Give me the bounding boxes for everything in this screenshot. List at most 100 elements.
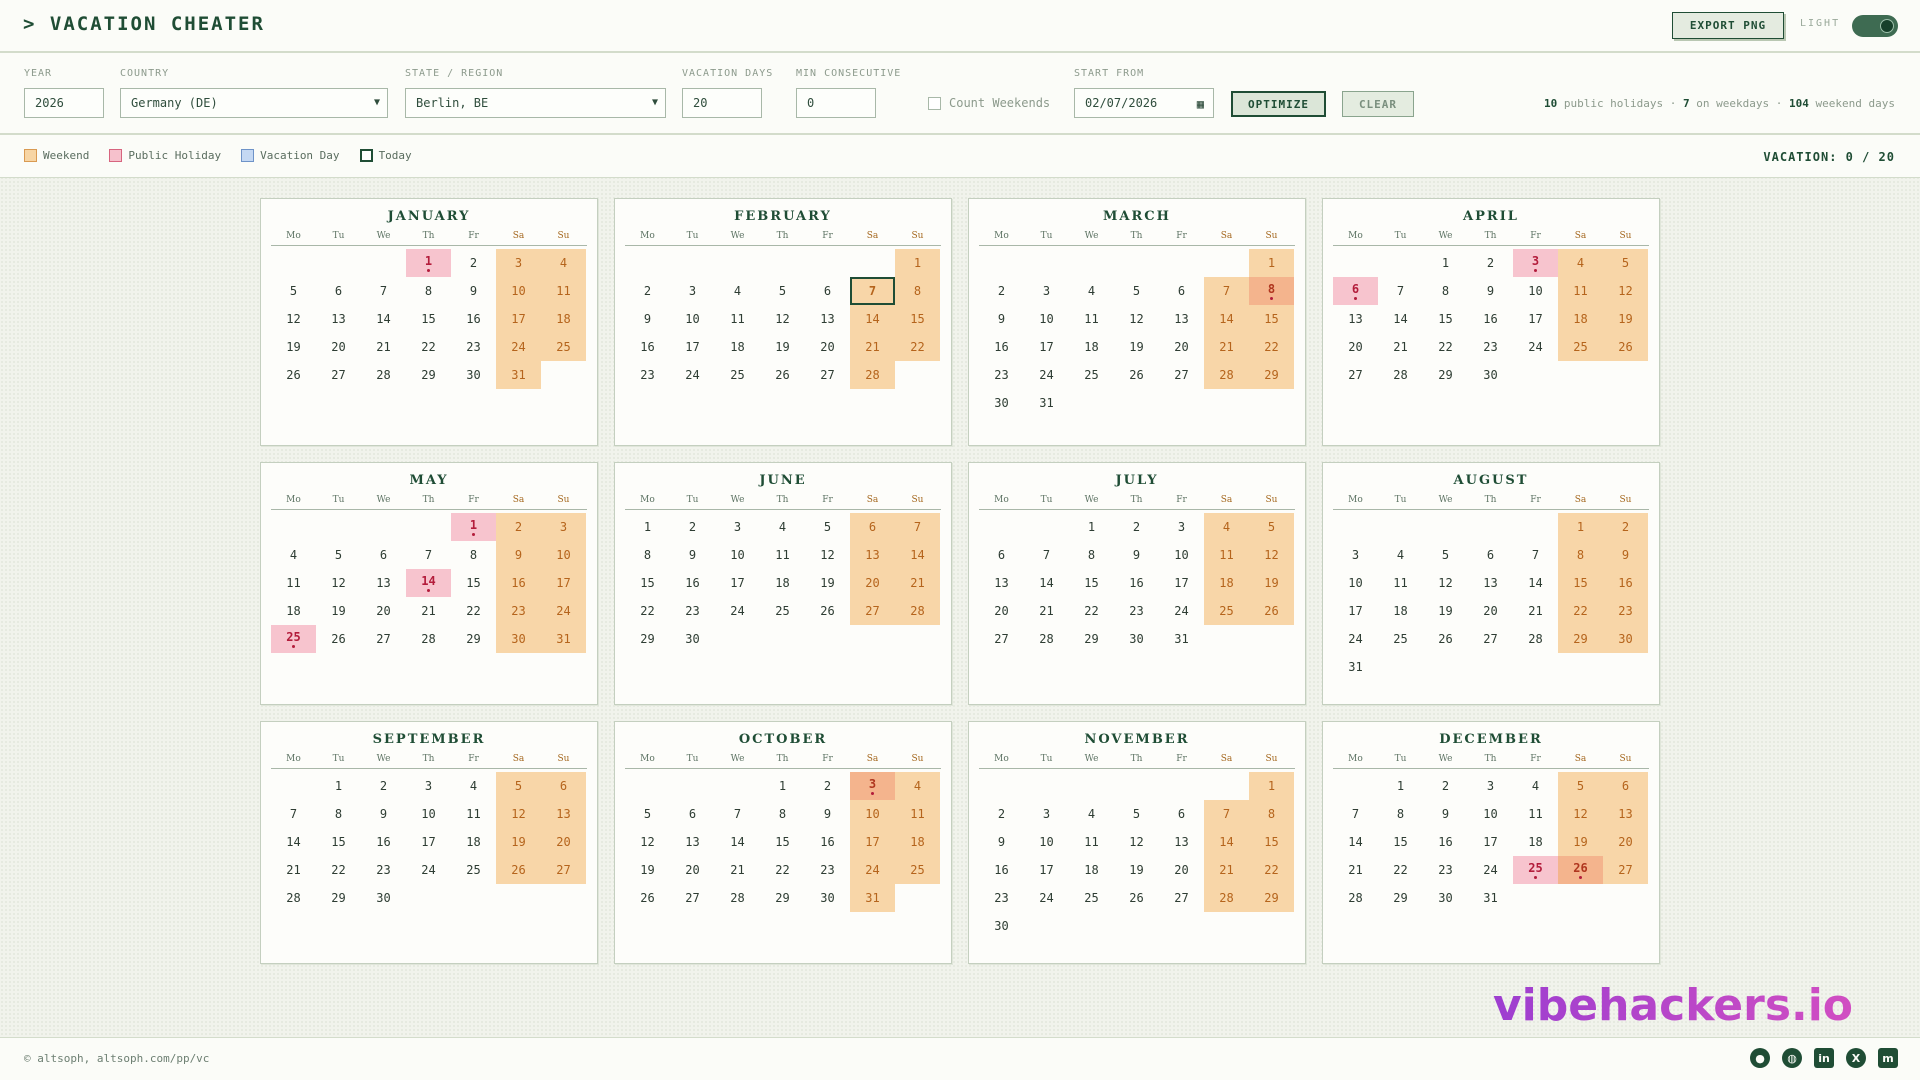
vacation-days-input[interactable]: 20: [682, 88, 762, 118]
day-cell[interactable]: 19: [805, 569, 850, 597]
day-cell[interactable]: 1: [1378, 772, 1423, 800]
weekend-day-cell[interactable]: 20: [850, 569, 895, 597]
day-cell[interactable]: 2: [979, 277, 1024, 305]
day-cell[interactable]: 26: [316, 625, 361, 653]
weekend-day-cell[interactable]: 5: [1603, 249, 1648, 277]
weekend-day-cell[interactable]: 31: [850, 884, 895, 912]
weekend-day-cell[interactable]: 8: [1249, 800, 1294, 828]
day-cell[interactable]: 16: [451, 305, 496, 333]
day-cell[interactable]: 17: [406, 828, 451, 856]
weekend-day-cell[interactable]: 4: [1204, 513, 1249, 541]
weekend-day-cell[interactable]: 14: [1204, 305, 1249, 333]
weekend-day-cell[interactable]: 11: [1558, 277, 1603, 305]
day-cell[interactable]: 10: [406, 800, 451, 828]
day-cell[interactable]: 27: [361, 625, 406, 653]
weekend-day-cell[interactable]: 26: [1603, 333, 1648, 361]
day-cell[interactable]: 10: [1513, 277, 1558, 305]
day-cell[interactable]: 29: [316, 884, 361, 912]
holiday-day-cell[interactable]: 6: [1333, 277, 1378, 305]
weekend-day-cell[interactable]: 31: [541, 625, 586, 653]
weekend-day-cell[interactable]: 25: [541, 333, 586, 361]
day-cell[interactable]: 5: [316, 541, 361, 569]
day-cell[interactable]: 12: [760, 305, 805, 333]
day-cell[interactable]: 9: [805, 800, 850, 828]
day-cell[interactable]: 9: [451, 277, 496, 305]
weekend-day-cell[interactable]: 25: [1558, 333, 1603, 361]
weekend-day-cell[interactable]: 5: [1249, 513, 1294, 541]
day-cell[interactable]: 18: [1513, 828, 1558, 856]
weekend-day-cell[interactable]: 19: [1558, 828, 1603, 856]
weekend-day-cell[interactable]: 4: [1558, 249, 1603, 277]
day-cell[interactable]: 8: [625, 541, 670, 569]
day-cell[interactable]: 25: [1378, 625, 1423, 653]
day-cell[interactable]: 23: [979, 884, 1024, 912]
day-cell[interactable]: 5: [1423, 541, 1468, 569]
day-cell[interactable]: 4: [1378, 541, 1423, 569]
weekend-day-cell[interactable]: 27: [541, 856, 586, 884]
day-cell[interactable]: 4: [760, 513, 805, 541]
weekend-day-cell[interactable]: 15: [1249, 305, 1294, 333]
day-cell[interactable]: 19: [271, 333, 316, 361]
day-cell[interactable]: 14: [715, 828, 760, 856]
weekend-day-cell[interactable]: 31: [496, 361, 541, 389]
day-cell[interactable]: 27: [805, 361, 850, 389]
holiday-day-cell[interactable]: 3: [850, 772, 895, 800]
day-cell[interactable]: 22: [316, 856, 361, 884]
day-cell[interactable]: 20: [670, 856, 715, 884]
day-cell[interactable]: 23: [451, 333, 496, 361]
weekend-day-cell[interactable]: 2: [496, 513, 541, 541]
weekend-day-cell[interactable]: 2: [1603, 513, 1648, 541]
day-cell[interactable]: 20: [1333, 333, 1378, 361]
day-cell[interactable]: 21: [1333, 856, 1378, 884]
day-cell[interactable]: 26: [760, 361, 805, 389]
day-cell[interactable]: 10: [715, 541, 760, 569]
day-cell[interactable]: 22: [1069, 597, 1114, 625]
day-cell[interactable]: 11: [1069, 828, 1114, 856]
mastodon-icon[interactable]: m: [1878, 1048, 1898, 1068]
day-cell[interactable]: 11: [451, 800, 496, 828]
day-cell[interactable]: 21: [406, 597, 451, 625]
day-cell[interactable]: 19: [760, 333, 805, 361]
day-cell[interactable]: 9: [979, 305, 1024, 333]
day-cell[interactable]: 28: [715, 884, 760, 912]
day-cell[interactable]: 24: [1159, 597, 1204, 625]
start-from-date-input[interactable]: 02/07/2026 ▦: [1074, 88, 1214, 118]
day-cell[interactable]: 28: [1333, 884, 1378, 912]
day-cell[interactable]: 26: [271, 361, 316, 389]
day-cell[interactable]: 1: [760, 772, 805, 800]
day-cell[interactable]: 13: [1159, 828, 1204, 856]
day-cell[interactable]: 9: [1468, 277, 1513, 305]
weekend-day-cell[interactable]: 5: [1558, 772, 1603, 800]
weekend-day-cell[interactable]: 18: [1558, 305, 1603, 333]
day-cell[interactable]: 7: [1024, 541, 1069, 569]
weekend-day-cell[interactable]: 26: [496, 856, 541, 884]
checkbox-box[interactable]: [928, 96, 941, 110]
day-cell[interactable]: 1: [1423, 249, 1468, 277]
day-cell[interactable]: 30: [670, 625, 715, 653]
weekend-day-cell[interactable]: 11: [1204, 541, 1249, 569]
day-cell[interactable]: 20: [1159, 333, 1204, 361]
weekend-day-cell[interactable]: 30: [496, 625, 541, 653]
theme-toggle[interactable]: [1852, 15, 1898, 37]
day-cell[interactable]: 13: [670, 828, 715, 856]
day-cell[interactable]: 3: [1024, 277, 1069, 305]
day-cell[interactable]: 5: [625, 800, 670, 828]
day-cell[interactable]: 3: [1024, 800, 1069, 828]
day-cell[interactable]: 24: [406, 856, 451, 884]
day-cell[interactable]: 8: [316, 800, 361, 828]
year-input[interactable]: 2026: [24, 88, 104, 118]
day-cell[interactable]: 18: [715, 333, 760, 361]
day-cell[interactable]: 17: [670, 333, 715, 361]
weekend-day-cell[interactable]: 29: [1249, 884, 1294, 912]
day-cell[interactable]: 9: [361, 800, 406, 828]
day-cell[interactable]: 27: [1159, 884, 1204, 912]
weekend-day-cell[interactable]: 29: [1249, 361, 1294, 389]
day-cell[interactable]: 10: [1024, 305, 1069, 333]
day-cell[interactable]: 6: [316, 277, 361, 305]
day-cell[interactable]: 22: [760, 856, 805, 884]
day-cell[interactable]: 23: [1423, 856, 1468, 884]
day-cell[interactable]: 14: [361, 305, 406, 333]
day-cell[interactable]: 12: [316, 569, 361, 597]
day-cell[interactable]: 2: [361, 772, 406, 800]
weekend-day-cell[interactable]: 11: [541, 277, 586, 305]
